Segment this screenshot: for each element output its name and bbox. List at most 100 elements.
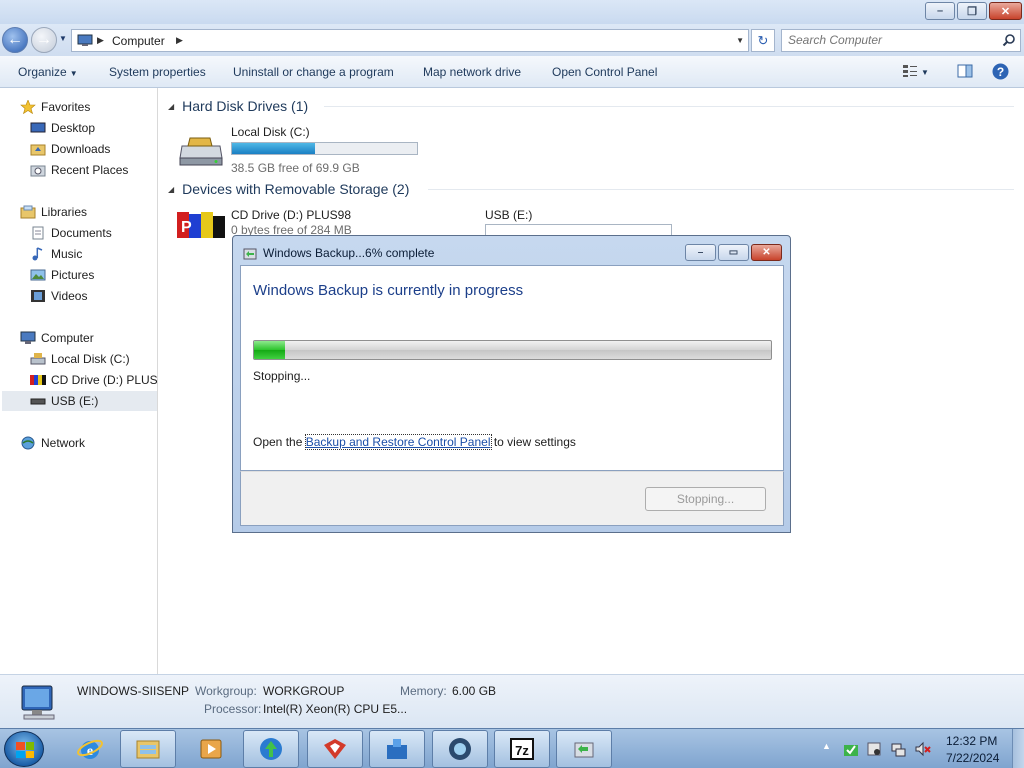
- nav-music[interactable]: Music: [30, 244, 82, 264]
- nav-favorites[interactable]: Favorites: [20, 97, 90, 117]
- search-input[interactable]: [788, 33, 998, 47]
- cd-drive-icon: [30, 373, 46, 387]
- memory-value: 6.00 GB: [452, 684, 497, 698]
- restore-button[interactable]: ❐: [957, 2, 987, 20]
- action-center-icon[interactable]: [866, 741, 882, 757]
- dialog-close-button[interactable]: ✕: [751, 244, 782, 261]
- preview-pane-button[interactable]: [957, 64, 973, 81]
- cd-drive-icon: P: [177, 212, 225, 238]
- nav-libraries[interactable]: Libraries: [20, 202, 87, 222]
- close-button[interactable]: ✕: [989, 2, 1022, 20]
- backup-progress-fill: [254, 341, 286, 359]
- nav-computer[interactable]: Computer: [20, 328, 94, 348]
- nav-network[interactable]: Network: [20, 433, 85, 453]
- taskbar-internet-explorer[interactable]: e: [62, 730, 118, 768]
- backup-status-text: Stopping...: [253, 369, 311, 383]
- documents-icon: [30, 226, 46, 240]
- taskbar-download-manager[interactable]: [243, 730, 299, 768]
- navigation-pane: Favorites Desktop Downloads Recent Place…: [0, 88, 158, 674]
- star-icon: [20, 99, 36, 115]
- nav-documents[interactable]: Documents: [30, 223, 112, 243]
- refresh-button[interactable]: ↻: [751, 29, 775, 52]
- nav-usb[interactable]: USB (E:): [2, 391, 157, 411]
- download-manager-icon: [260, 738, 282, 760]
- nav-desktop[interactable]: Desktop: [30, 118, 95, 138]
- nav-recent-places[interactable]: Recent Places: [30, 160, 128, 180]
- volume-muted-icon[interactable]: [915, 741, 931, 757]
- nav-computer-label: Computer: [41, 331, 94, 345]
- address-bar[interactable]: ▶ Computer ▶ ▼: [71, 29, 749, 52]
- memory-label: Memory:: [400, 684, 447, 698]
- system-properties-button[interactable]: System properties: [109, 65, 206, 79]
- address-dropdown-icon[interactable]: ▼: [736, 36, 744, 45]
- search-icon[interactable]: [1002, 33, 1016, 47]
- backup-restore-link[interactable]: Backup and Restore Control Panel: [304, 434, 492, 450]
- change-view-button[interactable]: ▼: [902, 64, 929, 81]
- forward-arrow-icon: →: [36, 31, 52, 48]
- taskbar-app-globe[interactable]: [432, 730, 488, 768]
- drive-local-disk[interactable]: Local Disk (C:) 38.5 GB free of 69.9 GB: [176, 124, 426, 175]
- taskbar-windows-explorer[interactable]: [120, 730, 176, 768]
- stop-backup-button[interactable]: Stopping...: [645, 487, 766, 511]
- settings-hint-prefix: Open the: [253, 435, 306, 449]
- taskbar-app-red[interactable]: [307, 730, 363, 768]
- dialog-maximize-button[interactable]: ▭: [718, 244, 749, 261]
- local-disk-usage-fill: [232, 143, 316, 154]
- search-box[interactable]: [781, 29, 1021, 52]
- nav-cd-drive[interactable]: CD Drive (D:) PLUS98: [30, 370, 157, 390]
- chevron-down-icon: ▼: [921, 68, 929, 77]
- minimize-icon: –: [936, 5, 944, 17]
- maximize-icon: ▭: [728, 247, 739, 258]
- settings-hint-suffix: to view settings: [490, 435, 576, 449]
- videos-icon: [30, 289, 46, 303]
- show-desktop-button[interactable]: [1012, 729, 1024, 768]
- svg-text:?: ?: [997, 65, 1004, 79]
- clock-time[interactable]: 12:32 PM: [946, 734, 997, 748]
- taskbar-7zip[interactable]: 7z: [494, 730, 550, 768]
- local-disk-free-text: 38.5 GB free of 69.9 GB: [231, 161, 360, 175]
- window-titlebar: – ❐ ✕: [0, 0, 1024, 24]
- nav-desktop-label: Desktop: [51, 121, 96, 135]
- breadcrumb-separator-icon[interactable]: ▶: [176, 35, 183, 46]
- collapse-arrow-icon: ◢: [168, 101, 175, 111]
- downloads-folder-icon: [30, 142, 46, 156]
- group-header-hard-disk-drives[interactable]: ◢ Hard Disk Drives (1): [168, 98, 308, 114]
- close-icon: ✕: [762, 247, 771, 258]
- clock-date[interactable]: 7/22/2024: [946, 751, 999, 765]
- group-header-removable-storage[interactable]: ◢ Devices with Removable Storage (2): [168, 181, 409, 197]
- network-icon: [20, 436, 36, 450]
- map-network-drive-button[interactable]: Map network drive: [423, 65, 521, 79]
- backup-status-icon[interactable]: [843, 741, 859, 757]
- open-control-panel-button[interactable]: Open Control Panel: [552, 65, 657, 79]
- nav-downloads[interactable]: Downloads: [30, 139, 110, 159]
- nav-videos[interactable]: Videos: [30, 286, 87, 306]
- minimize-button[interactable]: –: [925, 2, 955, 20]
- computer-icon: [21, 685, 55, 720]
- uninstall-program-button[interactable]: Uninstall or change a program: [233, 65, 394, 79]
- usb-drive-icon: [30, 394, 46, 408]
- nav-local-disk-label: Local Disk (C:): [51, 352, 130, 366]
- forward-button[interactable]: →: [31, 27, 57, 53]
- group-divider: [324, 106, 1014, 107]
- organize-menu[interactable]: Organize ▼: [18, 65, 78, 79]
- start-button[interactable]: [4, 731, 44, 767]
- hard-drive-icon: [179, 137, 223, 166]
- taskbar-windows-backup[interactable]: [556, 730, 612, 768]
- taskbar-media-player[interactable]: [183, 730, 239, 768]
- taskbar-app-blue[interactable]: [369, 730, 425, 768]
- show-hidden-icons-button[interactable]: ▲: [822, 741, 831, 751]
- nav-usb-label: USB (E:): [51, 394, 99, 408]
- nav-pictures[interactable]: Pictures: [30, 265, 94, 285]
- network-tray-icon[interactable]: [890, 741, 906, 757]
- dialog-minimize-button[interactable]: –: [685, 244, 716, 261]
- back-button[interactable]: ←: [2, 27, 28, 53]
- processor-label: Processor:: [204, 702, 262, 716]
- help-button[interactable]: ?: [992, 63, 1009, 83]
- recent-pages-dropdown[interactable]: ▼: [59, 34, 67, 43]
- cd-drive-name: CD Drive (D:) PLUS98: [231, 208, 352, 222]
- preview-pane-icon: [957, 64, 973, 78]
- nav-local-disk[interactable]: Local Disk (C:): [30, 349, 130, 369]
- breadcrumb-computer[interactable]: Computer: [112, 34, 165, 48]
- command-bar: Organize ▼ System properties Uninstall or…: [0, 56, 1024, 88]
- globe-app-icon: [449, 738, 471, 760]
